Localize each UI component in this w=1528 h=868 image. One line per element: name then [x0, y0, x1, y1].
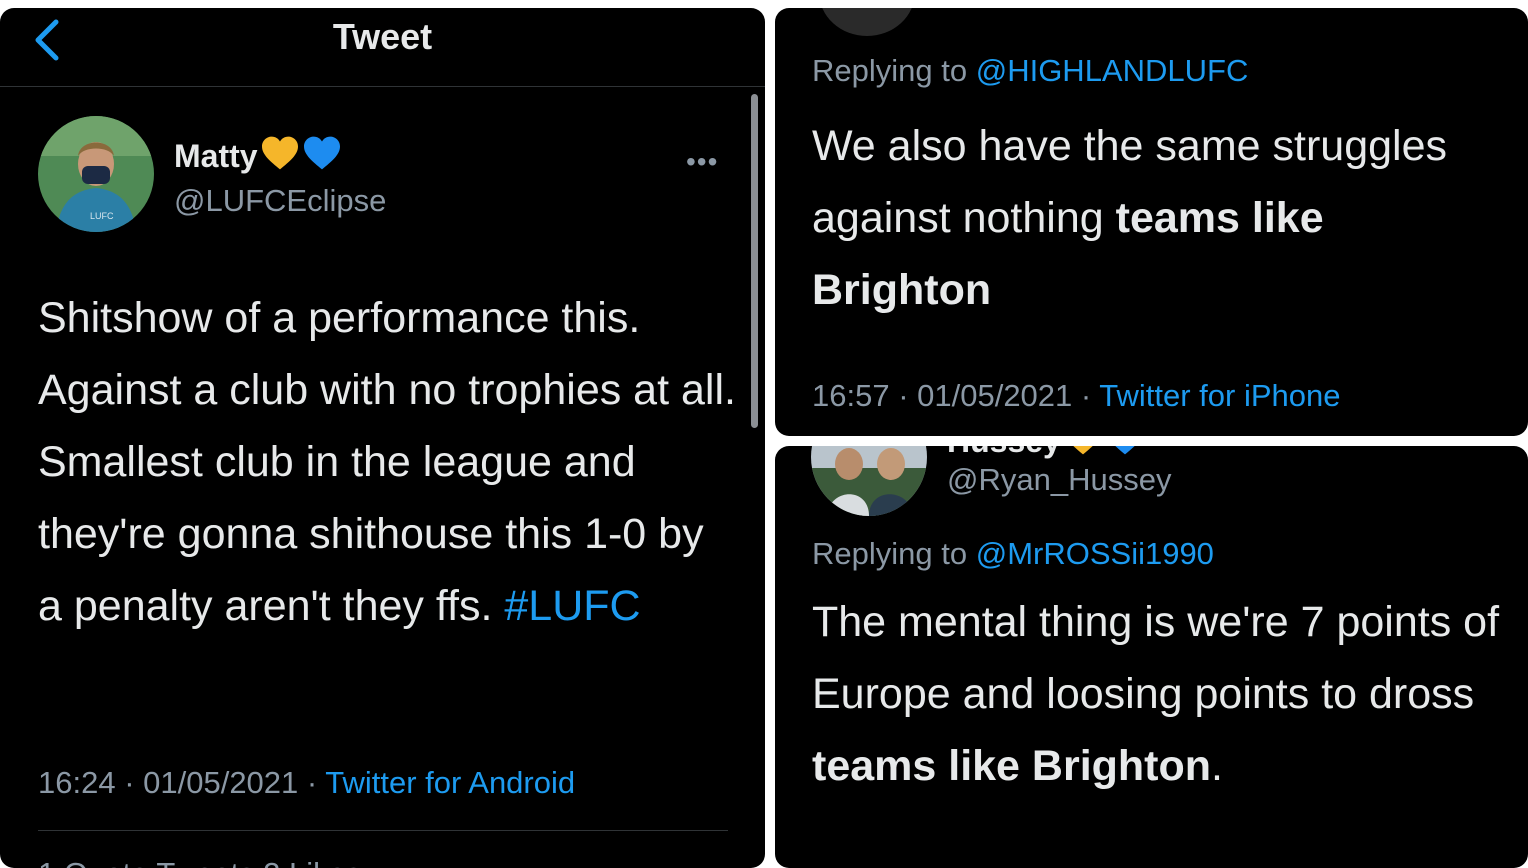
reply-meta: 16:57 · 01/05/2021 · Twitter for iPhone	[812, 378, 1341, 414]
page-title: Tweet	[332, 16, 433, 57]
display-name[interactable]: Matty	[174, 135, 342, 175]
tweet-source-link[interactable]: Twitter for Android	[325, 765, 575, 800]
tweet-text: Shitshow of a performance this. Against …	[38, 282, 738, 642]
replying-to-handle[interactable]: @HIGHLANDLUFC	[976, 53, 1249, 88]
blue-heart-icon	[303, 136, 340, 170]
reply-text-bold: teams like Brighton	[812, 742, 1212, 790]
more-icon[interactable]: •••	[686, 146, 718, 178]
reply-text-end: .	[1211, 742, 1223, 790]
main-tweet-panel: Tweet LUFC Matty @LUFCEclipse ••• Shitsh…	[0, 8, 765, 868]
yellow-heart-icon	[261, 136, 298, 170]
replying-to-label: Replying to	[812, 536, 968, 571]
tweet-body: Shitshow of a performance this. Against …	[38, 294, 736, 630]
replying-to-handle[interactable]: @MrROSSii1990	[976, 536, 1214, 571]
reply-panel-two: Hussey @Ryan_Hussey Replying to @MrROSSi…	[775, 446, 1528, 868]
display-name-text: Matty	[174, 138, 258, 174]
tweet-stats[interactable]: 1 Quote Tweets 2 Likes	[38, 856, 361, 868]
replying-to: Replying to @HIGHLANDLUFC	[812, 53, 1248, 89]
reply-panel-one: Replying to @HIGHLANDLUFC We also have t…	[775, 8, 1528, 436]
avatar[interactable]: LUFC	[38, 116, 154, 232]
reply-text-plain: The mental thing is we're 7 points of Eu…	[812, 598, 1500, 718]
reply-source-link[interactable]: Twitter for iPhone	[1099, 378, 1340, 413]
reply-text: We also have the same struggles against …	[812, 110, 1502, 326]
display-name[interactable]: Hussey	[947, 446, 1145, 460]
reply-text: The mental thing is we're 7 points of Eu…	[812, 586, 1502, 802]
replying-to: Replying to @MrROSSii1990	[812, 536, 1214, 572]
avatar[interactable]	[819, 8, 915, 36]
tweet-timestamp: 16:24 · 01/05/2021 ·	[38, 765, 318, 800]
user-handle[interactable]: @LUFCEclipse	[174, 183, 386, 219]
blue-heart-icon	[1115, 446, 1135, 455]
divider	[38, 830, 728, 831]
display-name-text: Hussey	[947, 446, 1061, 459]
user-handle[interactable]: @Ryan_Hussey	[947, 462, 1171, 498]
tweet-header: Tweet	[0, 8, 765, 87]
tweet-meta: 16:24 · 01/05/2021 · Twitter for Android	[38, 765, 575, 801]
svg-text:LUFC: LUFC	[90, 211, 114, 221]
yellow-heart-icon	[1073, 446, 1093, 455]
hashtag-link[interactable]: #LUFC	[504, 582, 640, 630]
replying-to-label: Replying to	[812, 53, 968, 88]
reply-timestamp: 16:57 · 01/05/2021 ·	[812, 378, 1092, 413]
scrollbar[interactable]	[751, 94, 758, 428]
avatar[interactable]	[811, 446, 927, 516]
